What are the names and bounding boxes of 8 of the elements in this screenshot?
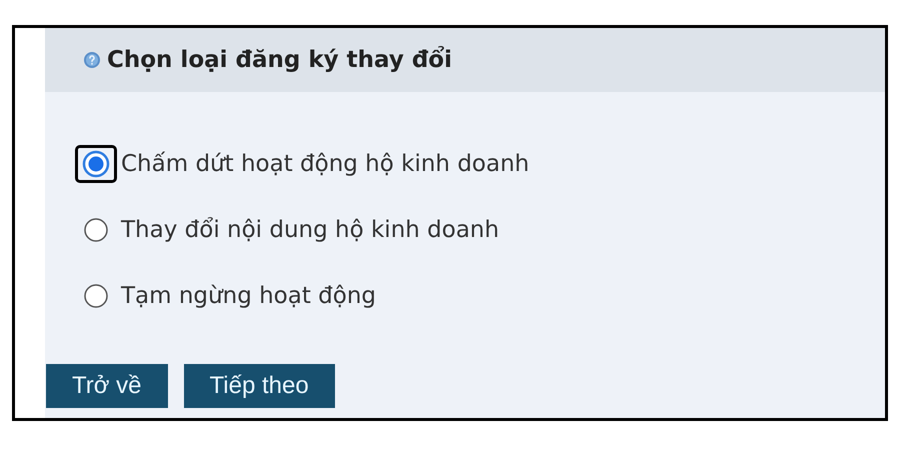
option-label: Tạm ngừng hoạt động: [121, 282, 376, 311]
next-button[interactable]: Tiếp theo: [184, 364, 335, 408]
radio-button[interactable]: [75, 145, 117, 183]
back-button[interactable]: Trở về: [46, 364, 168, 408]
option-label: Thay đổi nội dung hộ kinh doanh: [121, 216, 500, 245]
option-label: Chấm dứt hoạt động hộ kinh doanh: [121, 150, 530, 179]
help-icon: [83, 51, 101, 69]
panel-title: Chọn loại đăng ký thay đổi: [107, 45, 452, 75]
